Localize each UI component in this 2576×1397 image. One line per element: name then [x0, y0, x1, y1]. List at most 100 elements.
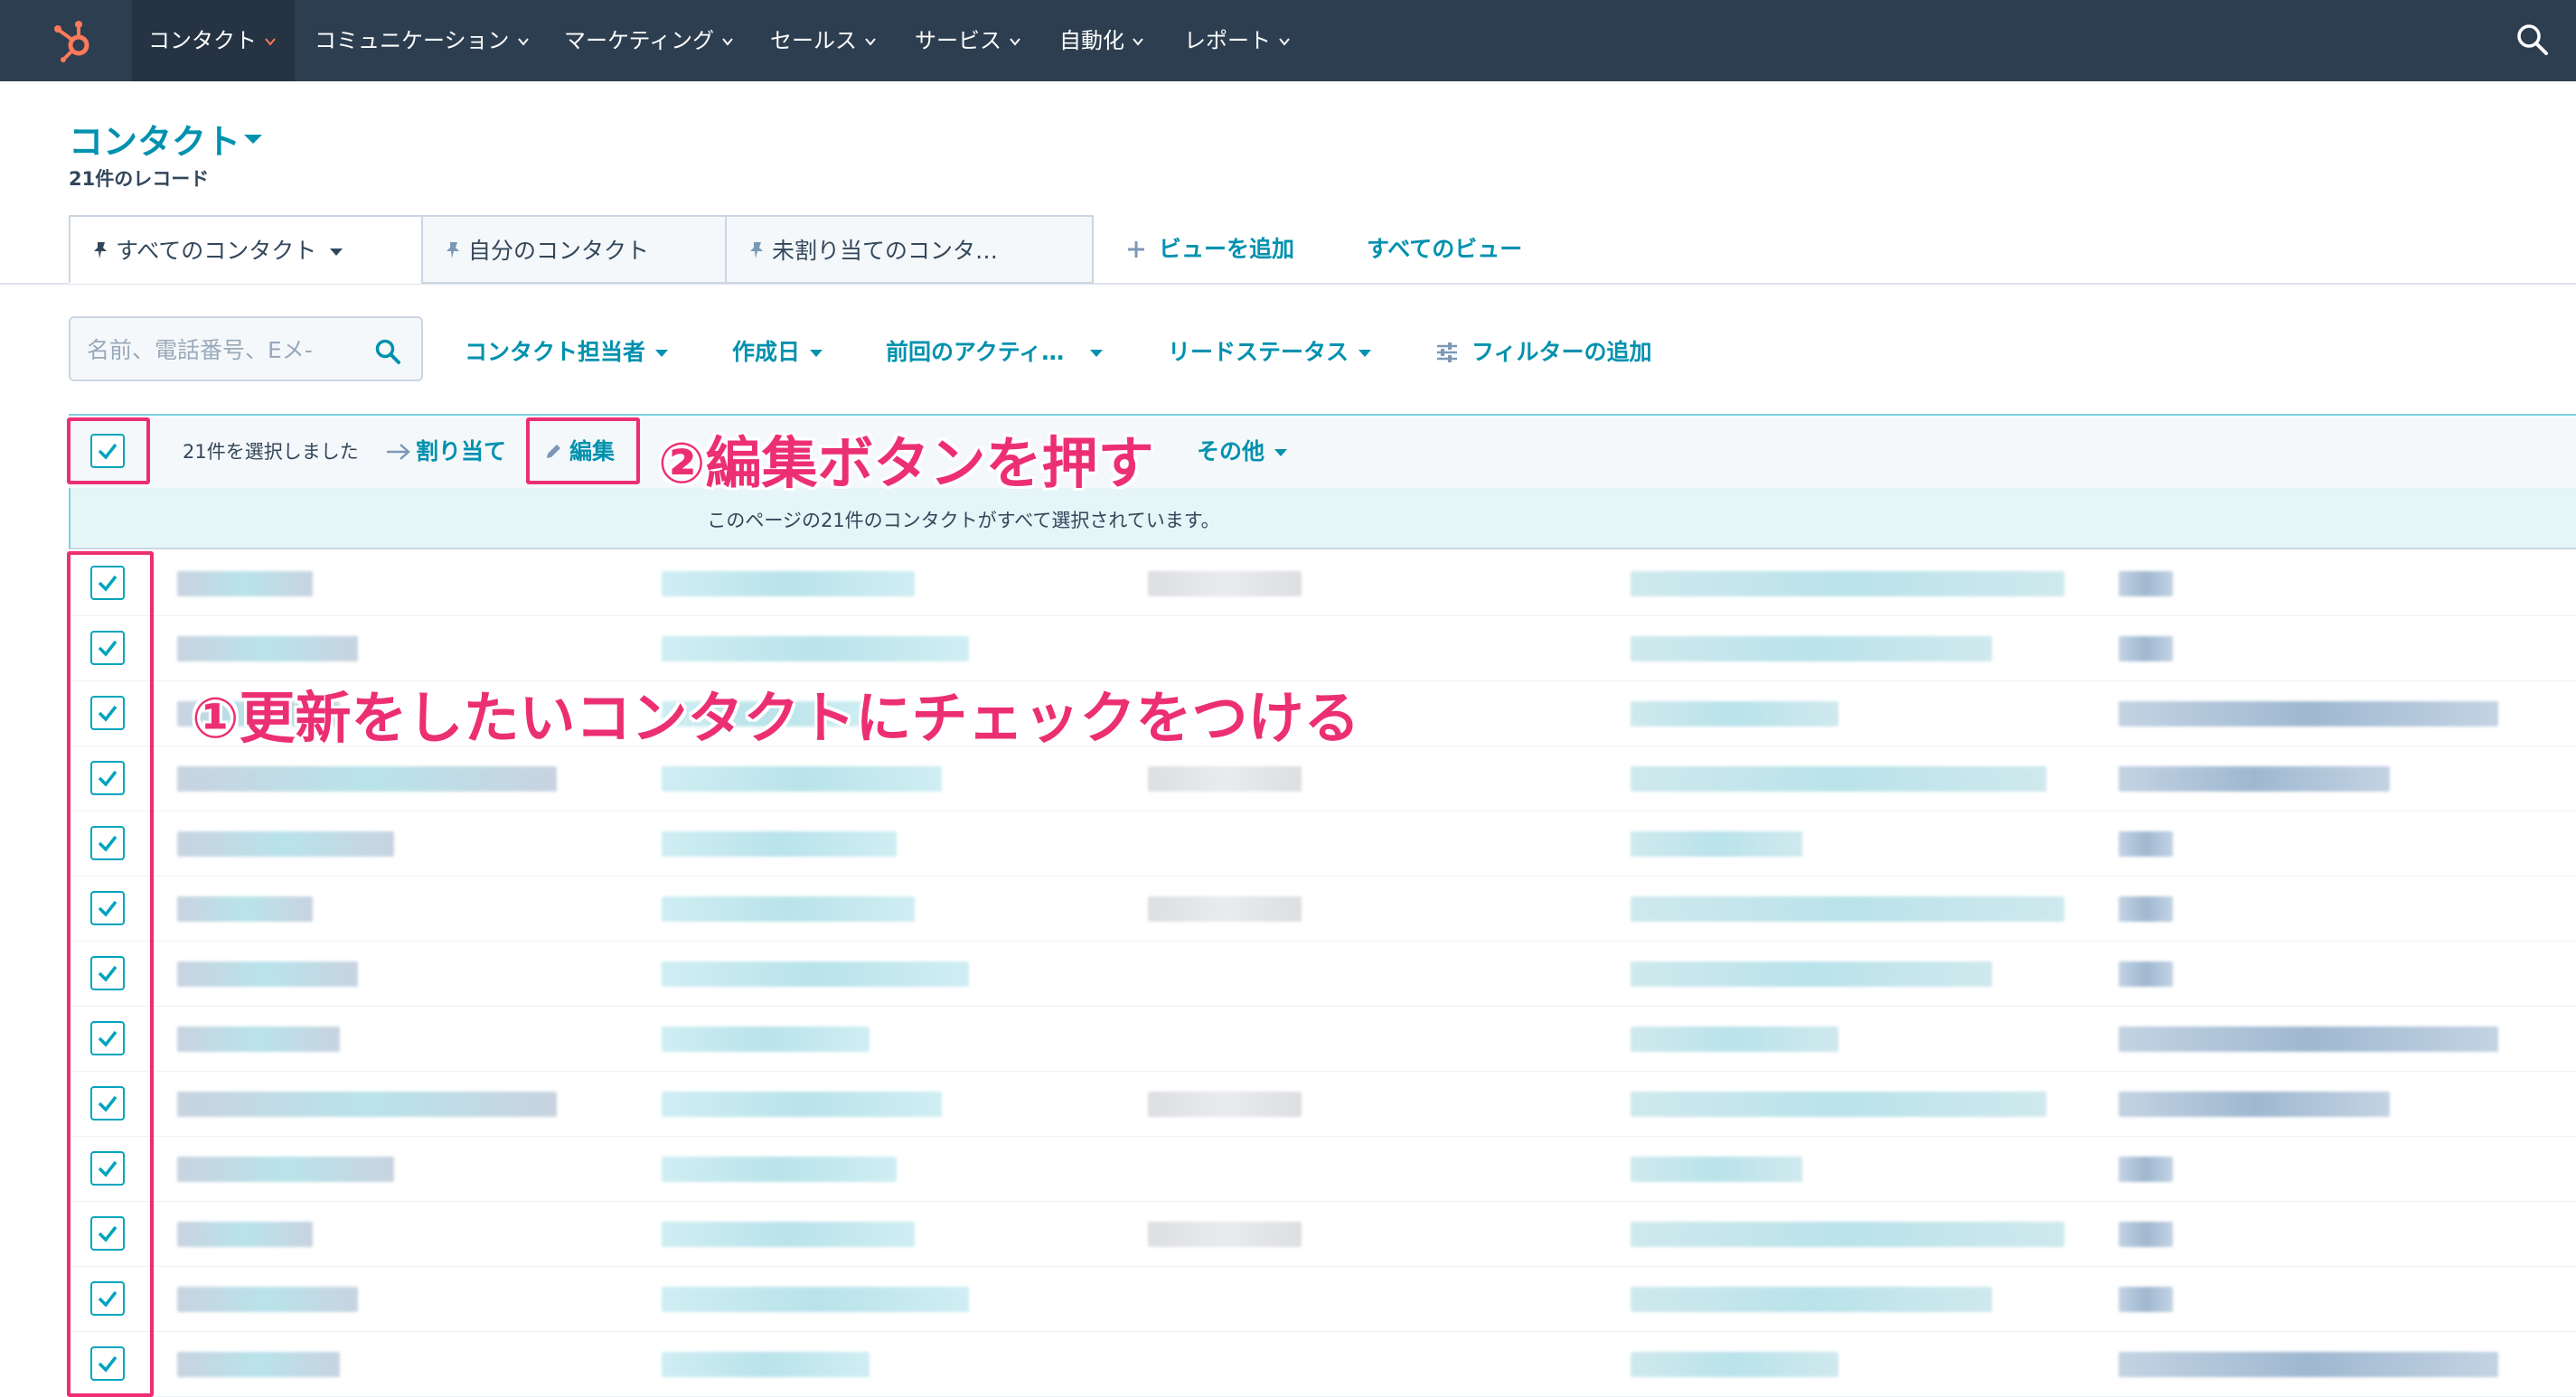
table-row[interactable] — [0, 1267, 2576, 1332]
select-all-highlight — [67, 417, 150, 484]
redacted-cell — [177, 1287, 358, 1312]
nav-item-reports[interactable]: レポート — [1184, 0, 1291, 81]
nav-item-label: コンタクト — [148, 28, 257, 53]
caret-down-icon — [330, 248, 343, 256]
redacted-cell — [1631, 636, 1992, 661]
nav-item-label: レポート — [1184, 28, 1271, 53]
redacted-cell — [2119, 1027, 2498, 1052]
redacted-cell — [662, 1027, 870, 1052]
filter-lead-status[interactable]: リードステータス — [1168, 334, 1372, 367]
redacted-cell — [2119, 831, 2173, 857]
redacted-cell — [177, 1027, 340, 1052]
redacted-cell — [1631, 766, 2046, 792]
redacted-cell — [177, 896, 313, 922]
redacted-cell — [2119, 1092, 2390, 1117]
redacted-cell — [2119, 896, 2173, 922]
redacted-cell — [1631, 701, 1838, 727]
more-label: その他 — [1197, 438, 1265, 464]
table-row[interactable] — [0, 1072, 2576, 1137]
plus-icon — [1128, 241, 1144, 258]
table-row[interactable] — [0, 1332, 2576, 1397]
table-row[interactable] — [0, 551, 2576, 616]
caret-down-icon — [810, 350, 823, 357]
redacted-cell — [1148, 766, 1302, 792]
redacted-cell — [1148, 1222, 1302, 1247]
table-row[interactable] — [0, 877, 2576, 942]
annotation-step-2: ②編集ボタンを押す — [658, 430, 1154, 496]
caret-down-icon — [1090, 350, 1104, 357]
redacted-cell — [2119, 1352, 2498, 1377]
redacted-cell — [662, 571, 915, 596]
table-row[interactable] — [0, 1137, 2576, 1202]
nav-item-automation[interactable]: 自動化 — [1059, 0, 1144, 81]
nav-item-sales[interactable]: セールス — [770, 0, 877, 81]
search-icon[interactable] — [2515, 22, 2551, 58]
search-icon[interactable] — [374, 338, 401, 365]
redacted-cell — [662, 1287, 969, 1312]
redacted-cell — [177, 961, 358, 987]
nav-item-contacts[interactable]: コンタクト — [132, 0, 295, 81]
chevron-down-icon — [1279, 38, 1290, 46]
filter-label: 作成日 — [732, 339, 801, 365]
redacted-cell — [177, 831, 394, 857]
redacted-cell — [1631, 961, 1992, 987]
redacted-cell — [662, 1157, 897, 1182]
redacted-cell — [177, 1222, 313, 1247]
table-row[interactable] — [0, 746, 2576, 811]
nav-item-label: サービス — [915, 28, 1001, 53]
search-field[interactable] — [69, 316, 423, 381]
redacted-cell — [2119, 961, 2173, 987]
chevron-down-icon — [517, 38, 529, 46]
caret-down-icon[interactable] — [242, 132, 264, 146]
tab-my-contacts[interactable]: 自分のコンタクト — [421, 215, 727, 284]
pin-icon — [94, 242, 107, 258]
assign-button[interactable]: 割り当て — [385, 434, 506, 466]
edit-button-highlight — [526, 417, 640, 484]
chevron-down-icon — [265, 38, 276, 46]
redacted-cell — [2119, 701, 2498, 727]
filter-contact-owner[interactable]: コンタクト担当者 — [465, 334, 669, 367]
filter-label: コンタクト担当者 — [465, 339, 646, 365]
nav-item-label: コミュニケーション — [315, 28, 510, 53]
record-count: 21件のレコード — [69, 168, 210, 190]
filter-label: リードステータス — [1168, 339, 1349, 365]
add-view-button[interactable]: ビューを追加 — [1126, 231, 1294, 264]
caret-down-icon — [1359, 350, 1372, 357]
redacted-cell — [662, 1092, 942, 1117]
nav-item-conversations[interactable]: コミュニケーション — [315, 0, 530, 81]
redacted-cell — [1631, 831, 1802, 857]
table-row[interactable] — [0, 1007, 2576, 1072]
nav-item-label: セールス — [770, 28, 857, 53]
annotation-step-1: ①更新をしたいコンタクトにチェックをつける — [192, 685, 1360, 751]
tab-unassigned-contacts[interactable]: 未割り当てのコンタ… — [725, 215, 1094, 284]
nav-item-service[interactable]: サービス — [915, 0, 1021, 81]
table-row[interactable] — [0, 942, 2576, 1007]
redacted-cell — [1631, 1157, 1802, 1182]
filter-label: 前回のアクティ… — [886, 339, 1065, 365]
table-row[interactable] — [0, 811, 2576, 877]
redacted-cell — [662, 1352, 870, 1377]
add-filter-button[interactable]: フィルターの追加 — [1435, 334, 1652, 367]
chevron-down-icon — [865, 38, 876, 46]
more-actions-button[interactable]: その他 — [1197, 434, 1288, 466]
filter-last-activity[interactable]: 前回のアクティ… — [886, 334, 1104, 367]
redacted-cell — [1631, 896, 2064, 922]
tab-all-contacts[interactable]: すべてのコンタクト — [69, 215, 423, 284]
table-row[interactable] — [0, 1202, 2576, 1267]
pin-icon — [750, 242, 763, 258]
filter-create-date[interactable]: 作成日 — [732, 334, 823, 367]
redacted-cell — [1631, 571, 2064, 596]
redacted-cell — [1631, 1287, 1992, 1312]
page-title[interactable]: コンタクト — [69, 114, 240, 164]
redacted-cell — [1148, 1092, 1302, 1117]
redacted-cell — [177, 1352, 340, 1377]
assign-label: 割り当て — [416, 438, 507, 464]
chevron-down-icon — [1133, 38, 1143, 46]
redacted-cell — [2119, 571, 2173, 596]
hubspot-logo-icon[interactable] — [51, 16, 99, 65]
nav-item-marketing[interactable]: マーケティング — [564, 0, 734, 81]
select-all-banner: このページの21件のコンタクトがすべて選択されています。 — [69, 488, 2576, 549]
all-views-link[interactable]: すべてのビュー — [1367, 231, 1522, 264]
redacted-cell — [2119, 766, 2390, 792]
search-input[interactable] — [87, 334, 349, 365]
